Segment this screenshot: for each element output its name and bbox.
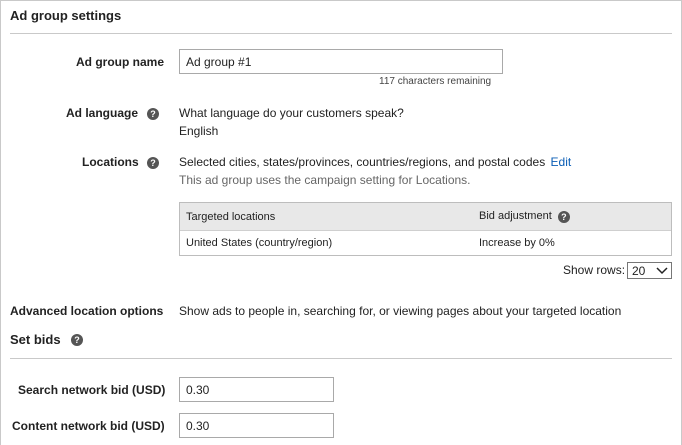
ad-language-value: English bbox=[179, 124, 219, 138]
rows-per-page-value: 20 bbox=[632, 264, 646, 278]
location-cell: United States (country/region) bbox=[186, 237, 333, 249]
rows-per-page-select[interactable]: 20 bbox=[627, 262, 672, 279]
column-header-bid-adjustment[interactable]: Bid adjustment ? bbox=[479, 210, 570, 223]
edit-locations-link[interactable]: Edit bbox=[551, 155, 572, 169]
content-network-bid-label: Content network bid (USD) bbox=[12, 419, 165, 433]
ad-language-question: What language do your customers speak? bbox=[179, 106, 404, 120]
advanced-location-value: Show ads to people in, searching for, or… bbox=[179, 304, 622, 318]
chevron-down-icon bbox=[656, 267, 668, 275]
section-divider bbox=[10, 33, 672, 34]
table-header: Targeted locations Bid adjustment ? bbox=[180, 203, 671, 231]
help-icon[interactable]: ? bbox=[147, 157, 159, 169]
content-network-bid-input[interactable] bbox=[179, 413, 334, 438]
bid-adjustment-header-label: Bid adjustment bbox=[479, 210, 552, 222]
locations-label: Locations bbox=[82, 155, 139, 169]
set-bids-title: Set bids bbox=[10, 332, 61, 347]
search-network-bid-label: Search network bid (USD) bbox=[18, 383, 166, 397]
ad-language-label: Ad language bbox=[66, 106, 139, 120]
bid-adjustment-cell: Increase by 0% bbox=[479, 237, 555, 249]
locations-summary-text: Selected cities, states/provinces, count… bbox=[179, 155, 546, 169]
ad-group-name-input[interactable] bbox=[179, 49, 503, 74]
show-rows-label: Show rows: bbox=[563, 263, 626, 277]
locations-note: This ad group uses the campaign setting … bbox=[179, 173, 471, 187]
help-icon[interactable]: ? bbox=[71, 334, 83, 346]
characters-remaining: 117 characters remaining bbox=[379, 76, 492, 87]
advanced-location-label: Advanced location options bbox=[10, 304, 164, 318]
search-network-bid-input[interactable] bbox=[179, 377, 334, 402]
column-header-locations[interactable]: Targeted locations bbox=[186, 211, 275, 223]
targeted-locations-table: Targeted locations Bid adjustment ? Unit… bbox=[179, 202, 672, 256]
section-title: Ad group settings bbox=[10, 8, 122, 23]
help-icon[interactable]: ? bbox=[147, 108, 159, 120]
locations-summary: Selected cities, states/provinces, count… bbox=[179, 155, 571, 169]
ad-group-name-label: Ad group name bbox=[76, 55, 165, 69]
set-bids-divider bbox=[10, 358, 672, 359]
help-icon[interactable]: ? bbox=[557, 211, 570, 223]
